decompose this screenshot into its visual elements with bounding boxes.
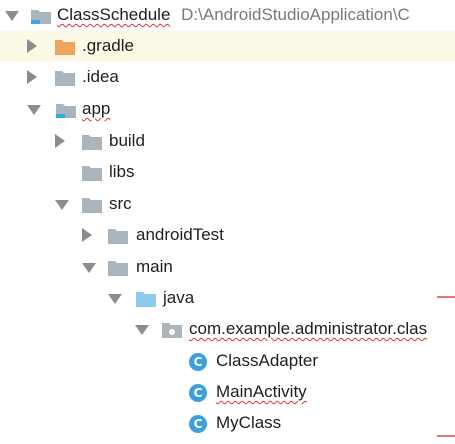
class-label: ClassAdapter: [216, 351, 319, 370]
chevron-down-icon[interactable]: [135, 325, 149, 335]
chevron-down-icon[interactable]: [55, 200, 69, 210]
folder-label-build: build: [109, 131, 145, 150]
editor-marker: [437, 296, 455, 298]
folder-label-src: src: [109, 194, 132, 213]
folder-label-androidtest: androidTest: [136, 225, 224, 244]
folder-icon: [55, 69, 75, 91]
project-tree: ClassSchedule D:\AndroidStudioApplicatio…: [0, 0, 455, 444]
class-label: MainActivity: [216, 382, 307, 401]
folder-label-idea: .idea: [82, 67, 119, 86]
tree-row-java[interactable]: java: [0, 283, 455, 314]
folder-icon: [82, 164, 102, 186]
source-folder-icon: [136, 290, 156, 312]
class-icon: C: [189, 353, 207, 371]
folder-label-gradle: .gradle: [82, 36, 134, 55]
tree-row-app[interactable]: app: [0, 94, 455, 125]
folder-icon: [108, 259, 128, 281]
class-label: MyClass: [216, 413, 282, 432]
folder-label-java: java: [163, 288, 195, 307]
tree-row-src[interactable]: src: [0, 189, 455, 220]
tree-row-libs[interactable]: libs: [0, 157, 455, 188]
chevron-down-icon[interactable]: [108, 294, 122, 304]
folder-icon: [55, 38, 75, 60]
folder-label-libs: libs: [109, 162, 135, 181]
tree-row-class[interactable]: C MyClass: [0, 408, 455, 439]
tree-row-package[interactable]: com.example.administrator.clas: [0, 314, 455, 345]
folder-label-app: app: [82, 99, 111, 118]
module-folder-icon: [30, 7, 52, 30]
chevron-right-icon[interactable]: [82, 228, 92, 242]
tree-row-gradle[interactable]: .gradle: [0, 31, 455, 62]
tree-row-androidtest[interactable]: androidTest: [0, 220, 455, 251]
chevron-right-icon[interactable]: [55, 134, 65, 148]
chevron-down-icon[interactable]: [5, 11, 19, 21]
chevron-right-icon[interactable]: [27, 70, 37, 84]
chevron-down-icon[interactable]: [27, 105, 41, 115]
project-name: ClassSchedule: [57, 5, 171, 24]
package-label: com.example.administrator.clas: [189, 319, 428, 338]
tree-row-main[interactable]: main: [0, 252, 455, 283]
project-path: D:\AndroidStudioApplication\C: [181, 5, 410, 24]
folder-label-main: main: [136, 257, 173, 276]
tree-row-class[interactable]: C ClassAdapter: [0, 346, 455, 377]
class-icon: C: [189, 384, 207, 402]
package-icon: [162, 321, 182, 343]
chevron-down-icon[interactable]: [82, 263, 96, 273]
module-folder-icon: [55, 101, 77, 124]
tree-row-idea[interactable]: .idea: [0, 62, 455, 93]
tree-row-class[interactable]: C MainActivity: [0, 377, 455, 408]
folder-icon: [82, 133, 102, 155]
chevron-right-icon[interactable]: [27, 39, 37, 53]
tree-row-project[interactable]: ClassSchedule D:\AndroidStudioApplicatio…: [0, 0, 455, 31]
folder-icon: [108, 227, 128, 249]
class-icon: C: [189, 415, 207, 433]
editor-marker: [437, 435, 455, 437]
folder-icon: [82, 196, 102, 218]
tree-row-build[interactable]: build: [0, 126, 455, 157]
